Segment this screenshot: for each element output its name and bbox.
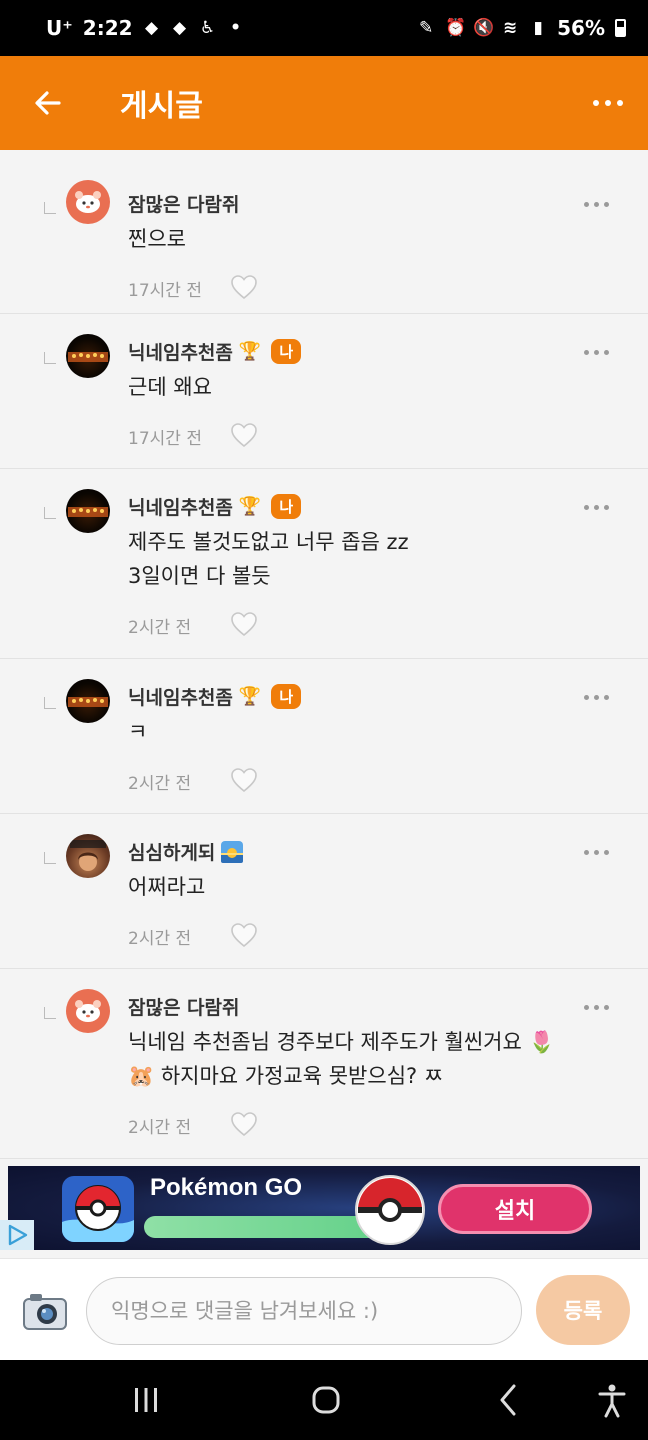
ad-install-button[interactable]: 설치 bbox=[438, 1184, 592, 1234]
comment-text: 어쩌라고 bbox=[128, 875, 206, 899]
me-badge: 나 bbox=[271, 684, 302, 709]
home-icon[interactable] bbox=[306, 1380, 346, 1420]
comment-more-button[interactable] bbox=[580, 846, 612, 858]
hamster-avatar-icon bbox=[75, 1000, 101, 1022]
wifi-icon: ≋ bbox=[503, 18, 518, 38]
carrier-label: U⁺ bbox=[46, 16, 73, 40]
camera-icon[interactable] bbox=[22, 1291, 68, 1331]
comment-text: ㅋ bbox=[128, 720, 148, 744]
comment-input[interactable] bbox=[86, 1277, 522, 1345]
avatar[interactable] bbox=[66, 489, 110, 533]
mute-icon: 🔇 bbox=[473, 18, 495, 38]
reply-indicator-icon bbox=[44, 697, 56, 709]
accessibility-icon[interactable] bbox=[592, 1380, 632, 1420]
accessibility-notification-icon: ♿ bbox=[199, 18, 216, 38]
me-badge: 나 bbox=[271, 494, 302, 519]
reply-indicator-icon bbox=[44, 507, 56, 519]
comment-time: 2시간 전 bbox=[128, 774, 192, 794]
comment-text: 제주도 볼것도없고 너무 좁음 zz 3일이면 다 볼듯 bbox=[128, 530, 409, 588]
signal-icon: ▮ bbox=[533, 18, 543, 38]
pokemon-go-app-icon bbox=[62, 1176, 134, 1242]
comment-item: 닉네임추천좀 🏆 나 근데 왜요 17시간 전 bbox=[0, 314, 648, 469]
header-more-button[interactable] bbox=[568, 56, 648, 150]
comment-time: 2시간 전 bbox=[128, 1118, 192, 1138]
like-heart-icon[interactable] bbox=[230, 767, 258, 793]
ad-banner[interactable]: Pokémon GO 설치 bbox=[8, 1166, 640, 1250]
candles-avatar-icon bbox=[68, 352, 108, 362]
more-icon bbox=[593, 100, 623, 106]
comment-author: 닉네임추천좀 🏆 나 bbox=[128, 338, 302, 365]
trophy-icon: 🏆 bbox=[238, 341, 262, 362]
comment-time: 17시간 전 bbox=[128, 429, 202, 449]
trophy-icon: 🏆 bbox=[238, 496, 262, 517]
comment-author: 잠많은 다람쥐 bbox=[128, 997, 240, 1019]
candles-avatar-icon bbox=[68, 507, 108, 517]
comment-item: 닉네임추천좀 🏆 나 제주도 볼것도없고 너무 좁음 zz 3일이면 다 볼듯 … bbox=[0, 469, 648, 659]
status-time: 2:22 bbox=[82, 16, 133, 40]
comment-text: 닉네임 추천좀님 경주보다 제주도가 훨씬거요 🌷 🐹 하지마요 가정교육 못받… bbox=[128, 1030, 555, 1088]
comment-more-button[interactable] bbox=[580, 346, 612, 358]
hamster-avatar-icon bbox=[75, 191, 101, 213]
avatar[interactable] bbox=[66, 989, 110, 1033]
submit-button[interactable]: 등록 bbox=[536, 1275, 630, 1345]
portrait-avatar-icon bbox=[70, 840, 106, 871]
like-heart-icon[interactable] bbox=[230, 422, 258, 448]
ad-title: Pokémon GO bbox=[150, 1174, 303, 1201]
comment-input-bar: 등록 bbox=[0, 1258, 648, 1360]
comment-item: 잠많은 다람쥐 찐으로 17시간 전 bbox=[0, 156, 648, 314]
back-arrow-icon bbox=[35, 91, 61, 115]
status-bar: U⁺ 2:22 ◆ ◆ ♿ • ✎ ⏰ 🔇 ≋ ▮ 56% bbox=[0, 0, 648, 56]
candles-avatar-icon bbox=[68, 697, 108, 707]
comment-text: 근데 왜요 bbox=[128, 375, 212, 399]
comment-author: 심심하게되 bbox=[128, 838, 244, 865]
comment-more-button[interactable] bbox=[580, 198, 612, 210]
battery-percent: 56% bbox=[557, 16, 605, 40]
comment-author: 닉네임추천좀 🏆 나 bbox=[128, 493, 302, 520]
reply-indicator-icon bbox=[44, 1007, 56, 1019]
like-heart-icon[interactable] bbox=[230, 922, 258, 948]
comment-time: 2시간 전 bbox=[128, 618, 192, 638]
recent-apps-icon[interactable] bbox=[126, 1380, 166, 1420]
me-badge: 나 bbox=[271, 339, 302, 364]
comment-time: 17시간 전 bbox=[128, 281, 202, 301]
system-nav-bar bbox=[0, 1360, 648, 1440]
avatar[interactable] bbox=[66, 834, 110, 878]
comment-author: 닉네임추천좀 🏆 나 bbox=[128, 683, 302, 710]
avatar[interactable] bbox=[66, 679, 110, 723]
adchoices-icon[interactable] bbox=[0, 1220, 34, 1250]
comment-more-button[interactable] bbox=[580, 501, 612, 513]
notification-icon: ◆ bbox=[173, 18, 187, 38]
reply-indicator-icon bbox=[44, 852, 56, 864]
comment-author: 잠많은 다람쥐 bbox=[128, 194, 240, 216]
page-title: 게시글 bbox=[120, 89, 203, 124]
comment-more-button[interactable] bbox=[580, 1001, 612, 1013]
pen-icon: ✎ bbox=[419, 18, 434, 38]
app-header: 게시글 bbox=[0, 56, 648, 150]
play-triangle-icon bbox=[8, 1224, 28, 1246]
like-heart-icon[interactable] bbox=[230, 274, 258, 300]
comment-item: 닉네임추천좀 🏆 나 ㅋ 2시간 전 bbox=[0, 659, 648, 814]
alarm-icon: ⏰ bbox=[445, 18, 467, 38]
back-button[interactable] bbox=[0, 56, 96, 150]
comment-more-button[interactable] bbox=[580, 691, 612, 703]
avatar[interactable] bbox=[66, 334, 110, 378]
battery-icon bbox=[615, 19, 626, 37]
sunrise-emoji-icon bbox=[221, 840, 244, 863]
comment-time: 2시간 전 bbox=[128, 929, 192, 949]
comment-text: 찐으로 bbox=[128, 227, 186, 251]
notification-icon: ◆ bbox=[145, 18, 159, 38]
comment-item: 잠많은 다람쥐 닉네임 추천좀님 경주보다 제주도가 훨씬거요 🌷 🐹 하지마요… bbox=[0, 969, 648, 1159]
comment-item: 심심하게되 어쩌라고 2시간 전 bbox=[0, 814, 648, 969]
like-heart-icon[interactable] bbox=[230, 1111, 258, 1137]
trophy-icon: 🏆 bbox=[238, 686, 262, 707]
reply-indicator-icon bbox=[44, 352, 56, 364]
reply-indicator-icon bbox=[44, 202, 56, 214]
like-heart-icon[interactable] bbox=[230, 611, 258, 637]
back-nav-icon[interactable] bbox=[488, 1380, 528, 1420]
pokeball-icon bbox=[355, 1175, 425, 1245]
more-notifications-icon: • bbox=[230, 18, 241, 38]
avatar[interactable] bbox=[66, 180, 110, 224]
